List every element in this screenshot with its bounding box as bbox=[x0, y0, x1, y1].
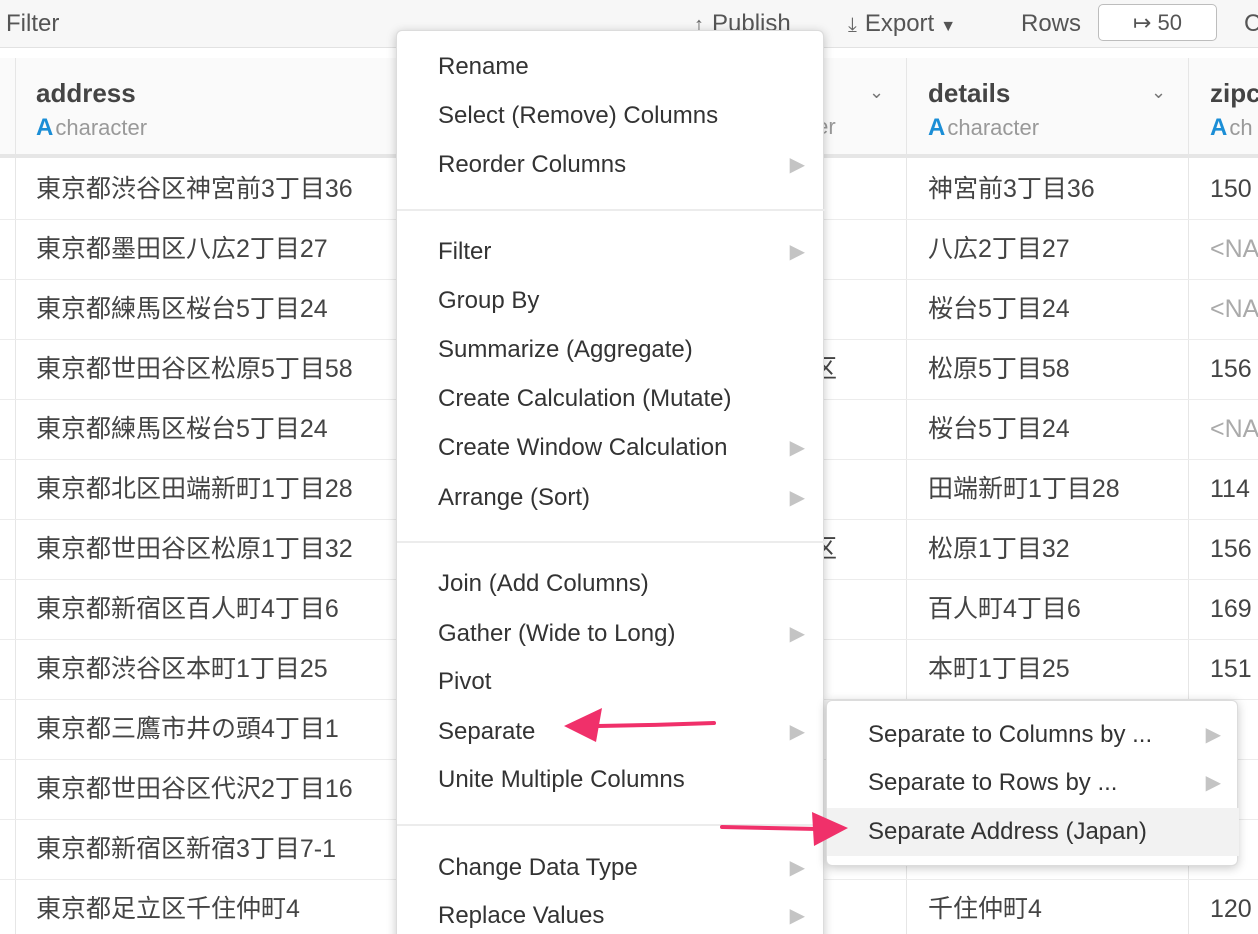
chevron-down-icon[interactable]: ⌄ bbox=[1151, 82, 1171, 102]
export-button[interactable]: ⤓ Export ▼ bbox=[848, 8, 956, 43]
chevron-right-icon: ▶ bbox=[789, 241, 805, 263]
export-label: Export bbox=[864, 10, 935, 37]
table-cell-address[interactable]: 東京都新宿区百人町4丁目6 bbox=[36, 592, 339, 626]
submenu-item-separate-rows[interactable]: Separate to Rows by ... ▶ bbox=[827, 759, 1239, 807]
table-cell-address[interactable]: 東京都墨田区八広2丁目27 bbox=[36, 232, 328, 266]
menu-item-change-data-type[interactable]: Change Data Type ▶ bbox=[397, 844, 825, 892]
column-header-details[interactable]: details bbox=[928, 78, 1010, 109]
chevron-down-icon[interactable]: ⌄ bbox=[869, 82, 889, 102]
menu-item-unite-columns[interactable]: Unite Multiple Columns bbox=[397, 756, 825, 804]
table-cell-address[interactable]: 東京都足立区千住仲町4 bbox=[36, 892, 300, 926]
table-cell-address[interactable]: 東京都渋谷区神宮前3丁目36 bbox=[36, 172, 353, 206]
submenu-item-separate-address-japan[interactable]: Separate Address (Japan) bbox=[827, 808, 1239, 856]
table-cell-details[interactable]: 百人町4丁目6 bbox=[928, 592, 1081, 626]
column-type-address: Acharacter bbox=[36, 114, 148, 141]
character-type-icon: A bbox=[36, 114, 54, 141]
table-cell-zip[interactable]: 156 bbox=[1210, 532, 1252, 566]
menu-item-rename[interactable]: Rename bbox=[397, 43, 825, 91]
table-cell-address[interactable]: 東京都世田谷区代沢2丁目16 bbox=[36, 772, 353, 806]
menu-divider bbox=[397, 209, 825, 211]
chevron-right-icon: ▶ bbox=[1205, 724, 1221, 746]
menu-item-group-by[interactable]: Group By bbox=[397, 277, 825, 325]
menu-item-gather[interactable]: Gather (Wide to Long) ▶ bbox=[397, 610, 825, 658]
table-cell-address[interactable]: 東京都北区田端新町1丁目28 bbox=[36, 472, 353, 506]
caret-down-icon: ▼ bbox=[940, 18, 957, 35]
menu-item-select-columns[interactable]: Select (Remove) Columns bbox=[397, 92, 825, 140]
download-icon: ⤓ bbox=[848, 14, 857, 36]
menu-item-pivot[interactable]: Pivot bbox=[397, 658, 825, 706]
table-cell-zip[interactable]: <NA bbox=[1210, 232, 1258, 266]
column-header-zipcode[interactable]: zipc bbox=[1210, 78, 1258, 109]
table-cell-details[interactable]: 神宮前3丁目36 bbox=[928, 172, 1095, 206]
menu-item-window-calculation[interactable]: Create Window Calculation ▶ bbox=[397, 424, 825, 472]
table-cell-zip[interactable]: <NA bbox=[1210, 412, 1258, 446]
column-context-menu: Rename Select (Remove) Columns Reorder C… bbox=[396, 30, 825, 934]
chevron-right-icon: ▶ bbox=[789, 905, 805, 927]
chevron-right-icon: ▶ bbox=[789, 721, 805, 743]
menu-item-summarize[interactable]: Summarize (Aggregate) bbox=[397, 326, 825, 374]
column-type-zipcode: Ach bbox=[1210, 114, 1253, 141]
table-cell-zip[interactable]: 169 bbox=[1210, 592, 1252, 626]
menu-item-join[interactable]: Join (Add Columns) bbox=[397, 560, 825, 608]
table-cell-address[interactable]: 東京都三鷹市井の頭4丁目1 bbox=[36, 712, 339, 746]
more-toolbar-item[interactable]: C bbox=[1244, 8, 1258, 40]
menu-item-replace-values[interactable]: Replace Values ▶ bbox=[397, 892, 825, 934]
table-cell-details[interactable]: 田端新町1丁目28 bbox=[928, 472, 1120, 506]
chevron-right-icon: ▶ bbox=[789, 154, 805, 176]
table-cell-address[interactable]: 東京都世田谷区松原5丁目58 bbox=[36, 352, 353, 386]
table-cell-details[interactable]: 桜台5丁目24 bbox=[928, 292, 1070, 326]
chevron-right-icon: ▶ bbox=[789, 487, 805, 509]
character-type-icon: A bbox=[928, 114, 946, 141]
rows-label: Rows bbox=[1021, 10, 1082, 37]
menu-item-reorder-columns[interactable]: Reorder Columns ▶ bbox=[397, 141, 825, 189]
column-type-details: Acharacter bbox=[928, 114, 1040, 141]
table-cell-address[interactable]: 東京都世田谷区松原1丁目32 bbox=[36, 532, 353, 566]
chevron-right-icon: ▶ bbox=[1205, 772, 1221, 794]
chevron-right-icon: ▶ bbox=[789, 437, 805, 459]
filter-button[interactable]: Filter bbox=[6, 8, 59, 40]
table-cell-details[interactable]: 桜台5丁目24 bbox=[928, 412, 1070, 446]
table-cell-zip[interactable]: <NA bbox=[1210, 292, 1258, 326]
menu-divider bbox=[397, 541, 825, 543]
table-cell-address[interactable]: 東京都練馬区桜台5丁目24 bbox=[36, 292, 328, 326]
menu-item-arrange[interactable]: Arrange (Sort) ▶ bbox=[397, 474, 825, 522]
table-cell-details[interactable]: 千住仲町4 bbox=[928, 892, 1042, 926]
menu-divider bbox=[397, 824, 825, 826]
menu-item-create-calculation[interactable]: Create Calculation (Mutate) bbox=[397, 375, 825, 423]
table-cell-zip[interactable]: 114 bbox=[1210, 472, 1250, 506]
chevron-right-icon: ▶ bbox=[789, 623, 805, 645]
chevron-right-icon: ▶ bbox=[789, 857, 805, 879]
menu-item-separate[interactable]: Separate ▶ bbox=[397, 708, 825, 756]
table-cell-zip[interactable]: 151 bbox=[1210, 652, 1252, 686]
table-cell-details[interactable]: 八広2丁目27 bbox=[928, 232, 1070, 266]
table-cell-address[interactable]: 東京都練馬区桜台5丁目24 bbox=[36, 412, 328, 446]
table-cell-address[interactable]: 東京都渋谷区本町1丁目25 bbox=[36, 652, 328, 686]
character-type-icon: A bbox=[1210, 114, 1228, 141]
rows-value: 50 bbox=[1157, 10, 1182, 35]
table-cell-details[interactable]: 松原1丁目32 bbox=[928, 532, 1070, 566]
separate-submenu: Separate to Columns by ... ▶ Separate to … bbox=[826, 700, 1239, 866]
arrow-right-bar-icon: ↦ bbox=[1133, 10, 1152, 35]
table-cell-zip[interactable]: 120 bbox=[1210, 892, 1252, 926]
submenu-item-separate-columns[interactable]: Separate to Columns by ... ▶ bbox=[827, 711, 1239, 759]
table-cell-address[interactable]: 東京都新宿区新宿3丁目7-1 bbox=[36, 832, 336, 866]
table-cell-details[interactable]: 本町1丁目25 bbox=[928, 652, 1070, 686]
table-cell-zip[interactable]: 156 bbox=[1210, 352, 1252, 386]
table-cell-zip[interactable]: 150 bbox=[1210, 172, 1252, 206]
column-header-address[interactable]: address bbox=[36, 78, 136, 109]
rows-input[interactable]: ↦ 50 bbox=[1098, 4, 1217, 41]
menu-item-filter[interactable]: Filter ▶ bbox=[397, 228, 825, 276]
table-cell-details[interactable]: 松原5丁目58 bbox=[928, 352, 1070, 386]
